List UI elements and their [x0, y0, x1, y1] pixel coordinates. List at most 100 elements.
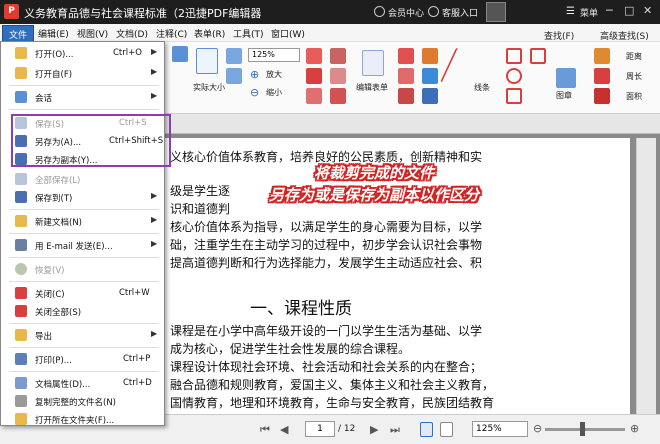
close-window-button[interactable]: ✕	[643, 4, 652, 17]
save-to-icon	[15, 191, 27, 203]
close-all-icon	[15, 305, 27, 317]
ruler-icon[interactable]	[422, 68, 438, 84]
page-number-input[interactable]: 1	[305, 421, 335, 437]
member-icon[interactable]	[374, 6, 385, 17]
menu-edit[interactable]: 编辑(E)	[38, 27, 69, 40]
submenu-arrow-icon: ▶	[151, 47, 158, 56]
underline-icon[interactable]	[306, 68, 322, 84]
menu-tools[interactable]: 工具(T)	[233, 27, 264, 40]
menu-window[interactable]: 窗口(W)	[271, 27, 305, 40]
next-page-icon[interactable]: ▶	[370, 423, 378, 436]
title-bar: P 义务教育品德与社会课程标准（2迅捷PDF编辑器 会员中心 客服入口 ☰ 菜单…	[0, 0, 660, 24]
continuous-view-icon[interactable]	[440, 422, 453, 437]
doc-line-8: 成为核心，促进学生社会性发展的综合课程。	[170, 342, 411, 356]
file-menu-revert[interactable]: 恢复(V)	[1, 260, 164, 278]
line-tool-icon[interactable]	[440, 48, 476, 82]
distance-button[interactable]: 距离	[626, 51, 642, 62]
ellipse-icon[interactable]	[506, 68, 522, 84]
zoom-slider[interactable]	[545, 428, 625, 431]
fit-width-icon[interactable]	[226, 68, 242, 84]
status-zoom-select[interactable]: 125%	[472, 421, 528, 437]
member-center-link[interactable]: 会员中心	[388, 6, 424, 19]
edit-form-label[interactable]: 编辑表单	[356, 82, 388, 93]
file-menu-open[interactable]: 打开(O)... Ctrl+O ▶	[1, 44, 164, 62]
zoom-slider-thumb[interactable]	[580, 422, 585, 436]
print-icon	[15, 353, 27, 365]
support-icon[interactable]	[428, 6, 439, 17]
distance-icon[interactable]	[594, 48, 610, 64]
actual-size-icon[interactable]	[196, 48, 218, 74]
callout-line-1: 将裁剪完成的文件	[313, 164, 434, 182]
client-login-link[interactable]: 客服入口	[442, 6, 478, 19]
prev-page-icon[interactable]: ◀	[280, 423, 288, 436]
perimeter-button[interactable]: 周长	[626, 71, 642, 82]
last-page-icon[interactable]: ⏭	[390, 423, 400, 437]
maximize-button[interactable]: □	[624, 4, 634, 17]
area-icon[interactable]	[594, 88, 610, 104]
stamp-icon[interactable]	[556, 68, 576, 88]
zoom-out-button[interactable]: 缩小	[266, 87, 282, 98]
file-menu-new-document[interactable]: 新建文档(N) ▶	[1, 212, 164, 230]
file-menu-session[interactable]: 会话 ▶	[1, 88, 164, 106]
open-folder-icon	[15, 47, 27, 59]
menu-view[interactable]: 视图(V)	[77, 27, 108, 40]
area-button[interactable]: 面积	[626, 91, 642, 102]
text-annotation-icon[interactable]	[398, 48, 414, 64]
advanced-find-button[interactable]: 高级查找(S)	[600, 29, 649, 42]
edit-form-icon[interactable]	[362, 50, 384, 76]
tutorial-callout: 将裁剪完成的文件 另存为或是保存为副本以作区分	[238, 162, 510, 214]
image-annotation-icon[interactable]	[398, 68, 414, 84]
callout-icon[interactable]	[330, 68, 346, 84]
file-menu-close[interactable]: 关闭(C) Ctrl+W	[1, 284, 164, 302]
highlight-icon[interactable]	[306, 48, 322, 64]
hamburger-icon[interactable]: ☰	[566, 6, 575, 17]
main-menu-button[interactable]: 菜单	[580, 6, 598, 19]
attach-icon[interactable]	[422, 48, 438, 64]
cloud-icon[interactable]	[530, 48, 546, 64]
strikeout-icon[interactable]	[306, 88, 322, 104]
menu-separator	[9, 85, 159, 86]
file-menu-close-all[interactable]: 关闭全部(S)	[1, 302, 164, 320]
fit-page-icon[interactable]	[226, 48, 242, 64]
avatar[interactable]	[486, 2, 506, 22]
file-menu-export[interactable]: 导出 ▶	[1, 326, 164, 344]
find-button[interactable]: 查找(F)	[544, 29, 574, 42]
camera-icon[interactable]	[172, 46, 188, 62]
stamp-label[interactable]: 图章	[556, 90, 572, 101]
line-tool-label[interactable]: 线条	[474, 82, 490, 93]
link-icon[interactable]	[398, 88, 414, 104]
status-zoom-in-icon[interactable]: ⊕	[630, 422, 639, 435]
export-icon	[15, 329, 27, 341]
minimize-button[interactable]: ─	[606, 4, 613, 17]
file-menu-open-folder[interactable]: 打开所在文件夹(F)...	[1, 410, 164, 428]
highlight-box	[11, 114, 171, 167]
vertical-scrollbar[interactable]	[636, 138, 656, 414]
perimeter-icon[interactable]	[594, 68, 610, 84]
status-zoom-out-icon[interactable]: ⊖	[533, 422, 542, 435]
file-menu-copy-filename[interactable]: 复制完整的文件名(N)	[1, 392, 164, 410]
audio-icon[interactable]	[422, 88, 438, 104]
menu-form[interactable]: 表单(R)	[194, 27, 225, 40]
file-menu-print[interactable]: 打印(P)... Ctrl+P	[1, 350, 164, 368]
note-icon[interactable]	[330, 88, 346, 104]
zoom-select[interactable]: 125%	[248, 48, 300, 62]
actual-size-label[interactable]: 实际大小	[193, 82, 225, 93]
zoom-in-icon[interactable]: ⊕	[250, 68, 259, 81]
first-page-icon[interactable]: ⏮	[260, 423, 270, 437]
file-menu-properties[interactable]: 文档属性(D)... Ctrl+D	[1, 374, 164, 392]
single-page-view-icon[interactable]	[420, 422, 433, 437]
zoom-in-button[interactable]: 放大	[266, 69, 282, 80]
text-box-icon[interactable]	[330, 48, 346, 64]
zoom-out-icon[interactable]: ⊖	[250, 86, 259, 99]
revert-icon	[15, 263, 27, 275]
doc-line-2: 级是学生逐	[170, 184, 231, 198]
file-menu-open-from[interactable]: 打开自(F) ▶	[1, 64, 164, 82]
polygon-icon[interactable]	[506, 48, 522, 64]
menu-comment[interactable]: 注释(C)	[156, 27, 187, 40]
file-menu-save-all[interactable]: 全部保存(L)	[1, 170, 164, 188]
menu-document[interactable]: 文档(D)	[116, 27, 148, 40]
rectangle-icon[interactable]	[506, 88, 522, 104]
file-menu-email[interactable]: 用 E-mail 发送(E)... ▶	[1, 236, 164, 254]
file-menu-save-to[interactable]: 保存到(T) ▶	[1, 188, 164, 206]
callout-line-2: 另存为或是保存为副本以作区分	[268, 186, 479, 204]
